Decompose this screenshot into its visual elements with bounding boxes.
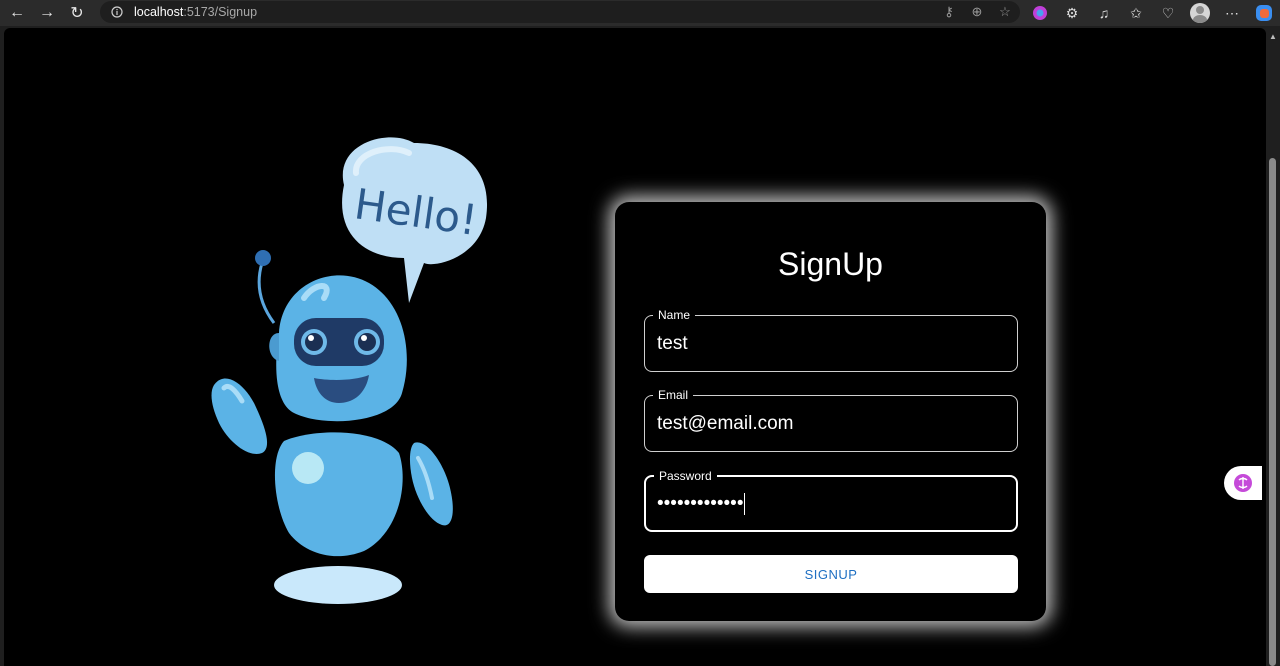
- reload-icon[interactable]: ↻: [64, 0, 90, 26]
- page-title: SignUp: [778, 246, 883, 282]
- site-info-icon[interactable]: [108, 3, 126, 21]
- password-label: Password: [654, 468, 717, 484]
- url-host: localhost: [134, 5, 184, 19]
- back-icon[interactable]: ←: [4, 0, 30, 26]
- copilot-icon[interactable]: [1254, 3, 1274, 23]
- signup-button[interactable]: SIGNUP: [644, 555, 1018, 593]
- favorite-star-icon[interactable]: ☆: [996, 3, 1014, 21]
- page-viewport: Hello! SignUp Name test Email test@email…: [4, 28, 1266, 666]
- email-field[interactable]: Email test@email.com: [644, 387, 1018, 452]
- favorites-icon[interactable]: ✩: [1126, 3, 1146, 23]
- forward-icon[interactable]: →: [34, 0, 60, 26]
- health-icon[interactable]: ♡: [1158, 3, 1178, 23]
- vertical-scrollbar[interactable]: ▲: [1266, 28, 1280, 666]
- name-value: test: [657, 333, 688, 354]
- email-value: test@email.com: [657, 413, 794, 434]
- name-field[interactable]: Name test: [644, 307, 1018, 372]
- address-bar[interactable]: localhost:5173/Signup ⚷ ⊕ ☆: [100, 1, 1020, 23]
- scroll-up-arrow-icon[interactable]: ▲: [1269, 32, 1277, 41]
- zoom-icon[interactable]: ⊕: [968, 3, 986, 21]
- name-label: Name: [653, 307, 696, 323]
- profile-avatar[interactable]: [1190, 3, 1210, 23]
- password-dots: •••••••••••••: [657, 493, 744, 515]
- extensions-icon[interactable]: ⚙: [1062, 3, 1082, 23]
- robot-illustration: Hello!: [211, 137, 488, 604]
- password-value: •••••••••••••: [657, 493, 746, 515]
- browser-toolbar: ← → ↻ localhost:5173/Signup ⚷ ⊕ ☆ ⚙ ♫ ✩ …: [0, 0, 1280, 26]
- scroll-thumb[interactable]: [1269, 158, 1276, 666]
- email-label: Email: [653, 387, 694, 403]
- url-path: :5173/Signup: [183, 5, 258, 19]
- copilot-floating-button[interactable]: [1224, 466, 1262, 500]
- password-field[interactable]: Password •••••••••••••: [644, 468, 1018, 532]
- more-menu-icon[interactable]: ⋯: [1222, 3, 1242, 23]
- key-icon[interactable]: ⚷: [940, 3, 958, 21]
- brain-icon: [1234, 474, 1252, 492]
- signup-card: SignUp Name test Email test@email.com Pa…: [615, 202, 1046, 621]
- url-text[interactable]: localhost:5173/Signup: [134, 5, 257, 19]
- media-icon[interactable]: ♫: [1094, 3, 1114, 23]
- copilot-brain-icon[interactable]: [1030, 3, 1050, 23]
- text-caret: [744, 493, 746, 515]
